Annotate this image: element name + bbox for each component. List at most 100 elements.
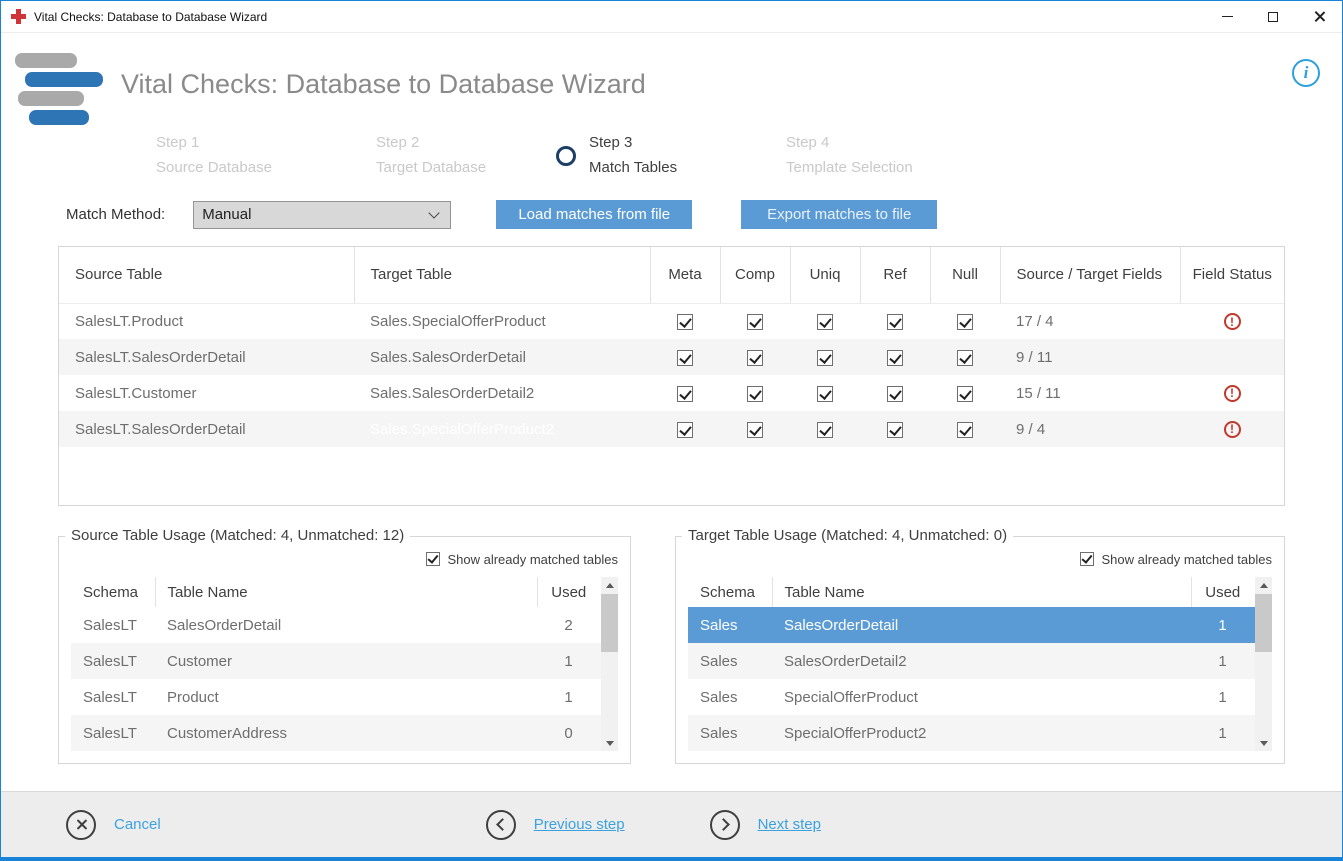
- wizard-steps: Step 1 Source Database Step 2 Target Dat…: [1, 135, 1342, 176]
- ref-checkbox[interactable]: [887, 350, 903, 366]
- meta-checkbox[interactable]: [677, 422, 693, 438]
- field-status-cell: !: [1180, 303, 1284, 339]
- close-button[interactable]: [1296, 1, 1342, 32]
- export-matches-button[interactable]: Export matches to file: [741, 200, 937, 229]
- table-name-cell[interactable]: SpecialOfferProduct2: [772, 715, 1191, 751]
- next-step-button[interactable]: Next step: [710, 810, 821, 840]
- table-name-cell[interactable]: Product: [155, 679, 537, 715]
- usage-table-row[interactable]: SalesSpecialOfferProduct21: [688, 715, 1255, 751]
- table-name-cell[interactable]: SalesOrderDetail: [772, 607, 1191, 643]
- usage-table-row[interactable]: SalesSalesOrderDetail1: [688, 607, 1255, 643]
- meta-checkbox[interactable]: [677, 350, 693, 366]
- info-icon[interactable]: i: [1292, 59, 1320, 87]
- ref-checkbox[interactable]: [887, 386, 903, 402]
- ref-checkbox[interactable]: [887, 422, 903, 438]
- null-checkbox[interactable]: [957, 350, 973, 366]
- comp-checkbox[interactable]: [747, 422, 763, 438]
- comp-checkbox[interactable]: [747, 314, 763, 330]
- source-table-cell[interactable]: SalesLT.SalesOrderDetail: [59, 339, 354, 375]
- schema-cell[interactable]: Sales: [688, 715, 772, 751]
- scroll-down-icon[interactable]: [601, 735, 618, 751]
- cancel-button[interactable]: Cancel: [66, 810, 161, 840]
- uniq-checkbox[interactable]: [817, 422, 833, 438]
- target-table-cell[interactable]: Sales.SpecialOfferProduct: [354, 303, 650, 339]
- chevron-left-icon: [496, 818, 509, 831]
- scroll-down-icon[interactable]: [1255, 735, 1272, 751]
- schema-cell[interactable]: Sales: [688, 607, 772, 643]
- col-header-meta[interactable]: Meta: [650, 247, 720, 303]
- usage-table-row[interactable]: SalesLTSalesOrderDetail2: [71, 607, 601, 643]
- usage-table-row[interactable]: SalesLTCustomerAddress0: [71, 715, 601, 751]
- usage-table-row[interactable]: SalesSpecialOfferProduct1: [688, 679, 1255, 715]
- col-header-null[interactable]: Null: [930, 247, 1000, 303]
- schema-cell[interactable]: SalesLT: [71, 679, 155, 715]
- col-header-schema[interactable]: Schema: [688, 577, 772, 607]
- scroll-thumb[interactable]: [1255, 594, 1272, 652]
- load-matches-button[interactable]: Load matches from file: [496, 200, 692, 229]
- schema-cell[interactable]: Sales: [688, 643, 772, 679]
- source-table-cell[interactable]: SalesLT.Product: [59, 303, 354, 339]
- col-header-comp[interactable]: Comp: [720, 247, 790, 303]
- col-header-used[interactable]: Used: [1191, 577, 1255, 607]
- match-table-row[interactable]: SalesLT.ProductSales.SpecialOfferProduct…: [59, 303, 1284, 339]
- usage-table-row[interactable]: SalesSalesOrderDetail21: [688, 643, 1255, 679]
- step-sublabel: Template Selection: [786, 160, 913, 177]
- null-checkbox[interactable]: [957, 422, 973, 438]
- col-header-uniq[interactable]: Uniq: [790, 247, 860, 303]
- schema-cell[interactable]: SalesLT: [71, 715, 155, 751]
- show-matched-checkbox[interactable]: [426, 552, 440, 566]
- target-table-cell[interactable]: Sales.SalesOrderDetail2: [354, 375, 650, 411]
- source-table-cell[interactable]: SalesLT.SalesOrderDetail: [59, 411, 354, 447]
- col-header-field-status[interactable]: Field Status: [1180, 247, 1284, 303]
- col-header-fields[interactable]: Source / Target Fields: [1000, 247, 1180, 303]
- maximize-button[interactable]: [1250, 1, 1296, 32]
- match-method-select[interactable]: Manual: [193, 201, 451, 229]
- source-usage-scrollbar[interactable]: [601, 577, 618, 751]
- minimize-button[interactable]: [1204, 1, 1250, 32]
- table-name-cell[interactable]: SalesOrderDetail: [155, 607, 537, 643]
- schema-cell[interactable]: Sales: [688, 679, 772, 715]
- col-header-used[interactable]: Used: [537, 577, 601, 607]
- match-table-row[interactable]: SalesLT.SalesOrderDetailSales.SpecialOff…: [59, 411, 1284, 447]
- uniq-checkbox[interactable]: [817, 314, 833, 330]
- col-header-table-name[interactable]: Table Name: [772, 577, 1191, 607]
- scroll-up-icon[interactable]: [1255, 577, 1272, 593]
- meta-checkbox[interactable]: [677, 314, 693, 330]
- usage-table-row[interactable]: SalesLTCustomer1: [71, 643, 601, 679]
- null-checkbox[interactable]: [957, 314, 973, 330]
- table-name-cell[interactable]: Customer: [155, 643, 537, 679]
- target-usage-scrollbar[interactable]: [1255, 577, 1272, 751]
- table-name-cell[interactable]: SpecialOfferProduct: [772, 679, 1191, 715]
- previous-step-button[interactable]: Previous step: [486, 810, 625, 840]
- col-header-source-table[interactable]: Source Table: [59, 247, 354, 303]
- scroll-thumb[interactable]: [601, 594, 618, 652]
- show-matched-checkbox[interactable]: [1080, 552, 1094, 566]
- used-cell: 1: [1191, 715, 1255, 751]
- scroll-up-icon[interactable]: [601, 577, 618, 593]
- target-table-cell[interactable]: Sales.SalesOrderDetail: [354, 339, 650, 375]
- comp-checkbox[interactable]: [747, 350, 763, 366]
- match-table-row[interactable]: SalesLT.SalesOrderDetailSales.SalesOrder…: [59, 339, 1284, 375]
- step-3: Step 3 Match Tables: [556, 135, 786, 176]
- schema-cell[interactable]: SalesLT: [71, 643, 155, 679]
- usage-header-row: Schema Table Name Used: [688, 577, 1255, 607]
- meta-checkbox[interactable]: [677, 386, 693, 402]
- col-header-target-table[interactable]: Target Table: [354, 247, 650, 303]
- target-usage-title: Target Table Usage (Matched: 4, Unmatche…: [682, 527, 1013, 544]
- schema-cell[interactable]: SalesLT: [71, 607, 155, 643]
- uniq-checkbox[interactable]: [817, 350, 833, 366]
- match-table-row[interactable]: SalesLT.CustomerSales.SalesOrderDetail21…: [59, 375, 1284, 411]
- col-header-schema[interactable]: Schema: [71, 577, 155, 607]
- null-checkbox[interactable]: [957, 386, 973, 402]
- ref-checkbox[interactable]: [887, 314, 903, 330]
- uniq-checkbox[interactable]: [817, 386, 833, 402]
- comp-checkbox[interactable]: [747, 386, 763, 402]
- col-header-ref[interactable]: Ref: [860, 247, 930, 303]
- table-name-cell[interactable]: CustomerAddress: [155, 715, 537, 751]
- table-name-cell[interactable]: SalesOrderDetail2: [772, 643, 1191, 679]
- field-status-cell: [1180, 339, 1284, 375]
- usage-table-row[interactable]: SalesLTProduct1: [71, 679, 601, 715]
- source-table-cell[interactable]: SalesLT.Customer: [59, 375, 354, 411]
- col-header-table-name[interactable]: Table Name: [155, 577, 537, 607]
- target-table-cell[interactable]: Sales.SpecialOfferProduct2: [354, 411, 650, 447]
